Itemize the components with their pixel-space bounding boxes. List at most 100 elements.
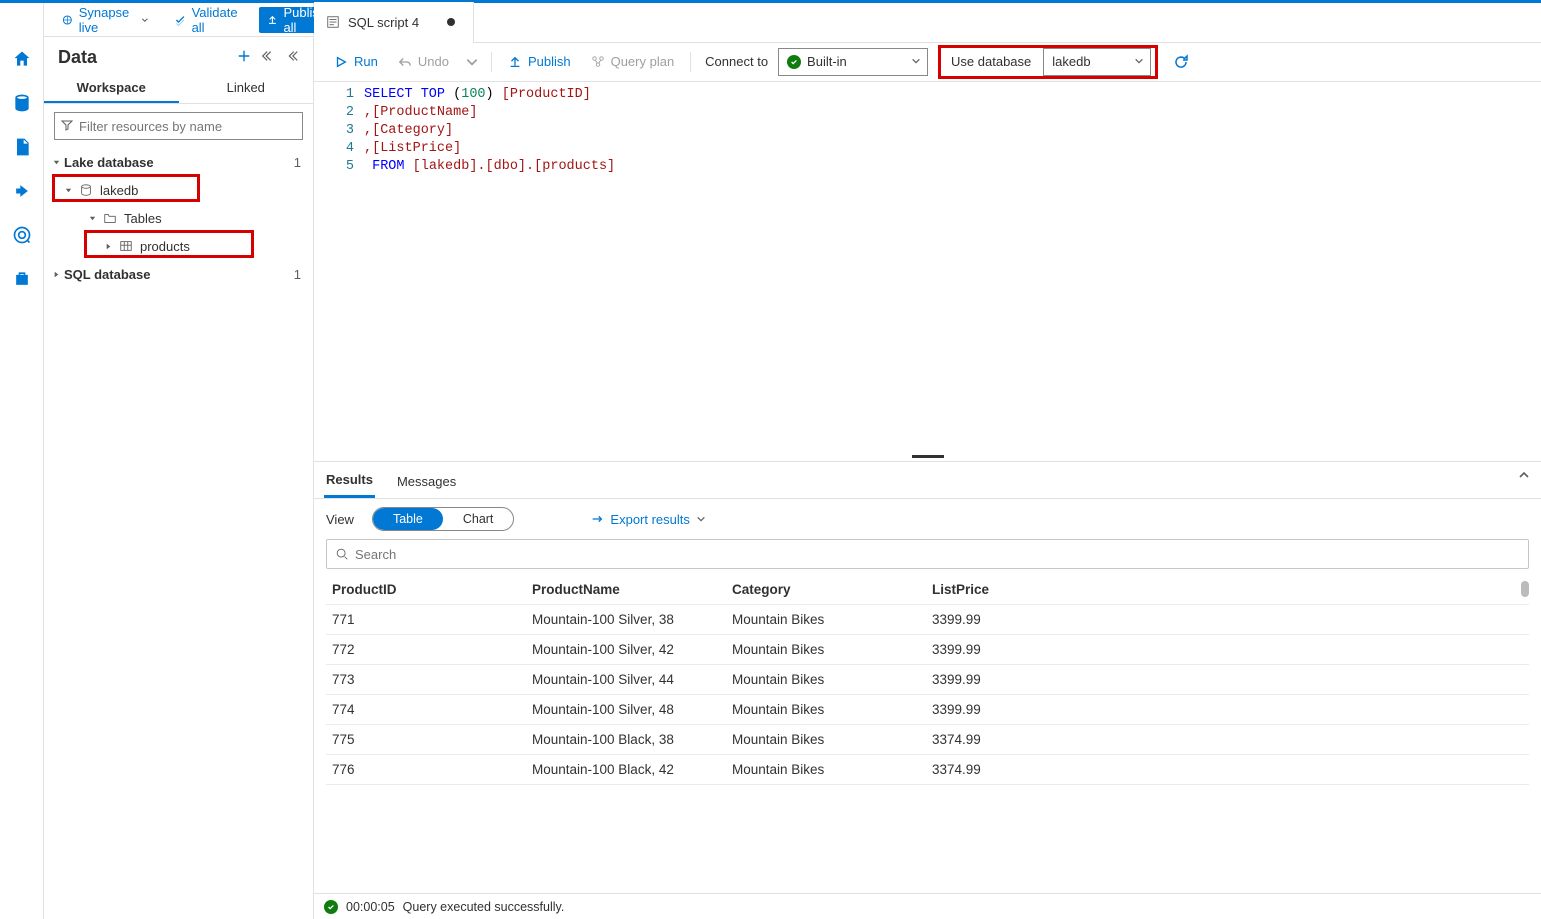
code-ident: [lakedb].[dbo].[products] <box>405 159 616 174</box>
table-row[interactable]: 773Mountain-100 Silver, 44Mountain Bikes… <box>326 665 1529 695</box>
tab-messages[interactable]: Messages <box>395 470 458 497</box>
chevron-down-icon <box>1134 54 1144 69</box>
col-head[interactable]: ProductName <box>526 575 726 605</box>
tree-node-sql-database[interactable]: SQL database 1 <box>44 260 313 288</box>
table-row[interactable]: 772Mountain-100 Silver, 42Mountain Bikes… <box>326 635 1529 665</box>
cell: 772 <box>326 635 526 665</box>
code-content[interactable]: SELECT TOP (100) [ProductID],[ProductNam… <box>364 82 615 451</box>
cell: 3399.99 <box>926 635 1529 665</box>
results-pane: Results Messages View Table Chart Export… <box>314 461 1541 919</box>
tree-node-products[interactable]: products <box>44 232 313 260</box>
collapse-double-icon[interactable] <box>261 49 275 66</box>
line-num: 3 <box>314 122 354 140</box>
tab-workspace[interactable]: Workspace <box>44 72 179 103</box>
query-plan-button[interactable]: Query plan <box>583 48 683 76</box>
run-button[interactable]: Run <box>326 48 386 76</box>
code-ident: ,[ProductName] <box>364 105 477 120</box>
tree-node-lake-database[interactable]: Lake database 1 <box>44 148 313 176</box>
status-ok-icon <box>787 55 801 69</box>
table-row[interactable]: 776Mountain-100 Black, 42Mountain Bikes3… <box>326 755 1529 785</box>
view-label: View <box>326 512 354 527</box>
caret-down-icon <box>86 214 98 223</box>
status-time: 00:00:05 <box>346 900 395 914</box>
cell: 771 <box>326 605 526 635</box>
line-num: 4 <box>314 140 354 158</box>
filter-input-wrap[interactable] <box>54 112 303 140</box>
resource-tree: Lake database 1 lakedb Tables <box>44 148 313 919</box>
tab-results[interactable]: Results <box>324 468 375 498</box>
rail-manage[interactable] <box>7 264 37 294</box>
cell: Mountain-100 Black, 42 <box>526 755 726 785</box>
vertical-scrollbar[interactable] <box>1521 581 1529 597</box>
caret-down-icon <box>50 158 62 167</box>
tree-node-lakedb[interactable]: lakedb <box>44 176 313 204</box>
code-txt: ) <box>486 87 502 102</box>
cell: Mountain-100 Black, 38 <box>526 725 726 755</box>
table-row[interactable]: 771Mountain-100 Silver, 38Mountain Bikes… <box>326 605 1529 635</box>
undo-label: Undo <box>418 54 449 69</box>
separator <box>690 52 691 72</box>
cell: Mountain Bikes <box>726 755 926 785</box>
status-bar: 00:00:05 Query executed successfully. <box>314 893 1541 919</box>
view-segment: Table Chart <box>372 507 514 531</box>
cell: 3374.99 <box>926 755 1529 785</box>
code-ident: ,[ListPrice] <box>364 141 461 156</box>
col-head[interactable]: ProductID <box>326 575 526 605</box>
cell: Mountain Bikes <box>726 605 926 635</box>
code-kw: SELECT <box>364 87 413 102</box>
editor-tab-sql-script-4[interactable]: SQL script 4 <box>314 2 474 42</box>
line-gutter: 1 2 3 4 5 <box>314 82 364 451</box>
publish-button[interactable]: Publish <box>500 48 579 76</box>
seg-chart[interactable]: Chart <box>443 508 514 530</box>
code-kw: TOP <box>413 87 454 102</box>
tab-linked[interactable]: Linked <box>179 72 314 103</box>
results-grid[interactable]: ProductID ProductName Category ListPrice… <box>326 575 1529 889</box>
add-resource-icon[interactable] <box>237 49 251 66</box>
results-search-input[interactable] <box>355 547 1520 562</box>
unsaved-dot-icon <box>447 18 455 26</box>
cell: 774 <box>326 695 526 725</box>
use-db-value: lakedb <box>1052 54 1090 69</box>
products-label: products <box>138 239 190 254</box>
code-editor[interactable]: 1 2 3 4 5 SELECT TOP (100) [ProductID],[… <box>314 81 1541 451</box>
caret-right-icon <box>50 270 62 279</box>
use-db-select[interactable]: lakedb <box>1043 48 1151 76</box>
col-head[interactable]: ListPrice <box>926 575 1529 605</box>
export-results-button[interactable]: Export results <box>590 512 705 527</box>
rail-integrate[interactable] <box>7 176 37 206</box>
panel-topbar: Synapse live Validate all Publish all 1 <box>44 3 313 37</box>
collapse-results-icon[interactable] <box>1517 468 1531 485</box>
undo-menu-button[interactable] <box>461 48 483 76</box>
lakedb-label: lakedb <box>98 183 138 198</box>
panel-title: Data <box>58 47 237 68</box>
table-row[interactable]: 775Mountain-100 Black, 38Mountain Bikes3… <box>326 725 1529 755</box>
undo-button[interactable]: Undo <box>390 48 457 76</box>
panel-tabs: Workspace Linked <box>44 72 313 104</box>
collapse-panel-icon[interactable] <box>285 49 299 66</box>
refresh-button[interactable] <box>1168 49 1194 75</box>
cell: 775 <box>326 725 526 755</box>
rail-home[interactable] <box>7 44 37 74</box>
rail-data[interactable] <box>7 88 37 118</box>
database-icon <box>78 183 94 197</box>
col-head[interactable]: Category <box>726 575 926 605</box>
cell: 773 <box>326 665 526 695</box>
table-row[interactable]: 774Mountain-100 Silver, 48Mountain Bikes… <box>326 695 1529 725</box>
rail-monitor[interactable] <box>7 220 37 250</box>
cell: Mountain Bikes <box>726 725 926 755</box>
synapse-live-button[interactable]: Synapse live <box>54 7 157 33</box>
folder-icon <box>102 211 118 225</box>
results-search[interactable] <box>326 539 1529 569</box>
caret-right-icon <box>102 242 114 251</box>
rail-develop[interactable] <box>7 132 37 162</box>
cell: 3399.99 <box>926 665 1529 695</box>
tree-node-tables[interactable]: Tables <box>44 204 313 232</box>
seg-table[interactable]: Table <box>373 508 443 530</box>
run-label: Run <box>354 54 378 69</box>
validate-all-button[interactable]: Validate all <box>167 7 249 33</box>
splitter-handle[interactable] <box>314 451 1541 461</box>
data-panel: Synapse live Validate all Publish all 1 … <box>44 3 314 919</box>
synapse-live-label: Synapse live <box>79 5 135 35</box>
filter-input[interactable] <box>79 119 296 134</box>
connect-to-select[interactable]: Built-in <box>778 48 928 76</box>
